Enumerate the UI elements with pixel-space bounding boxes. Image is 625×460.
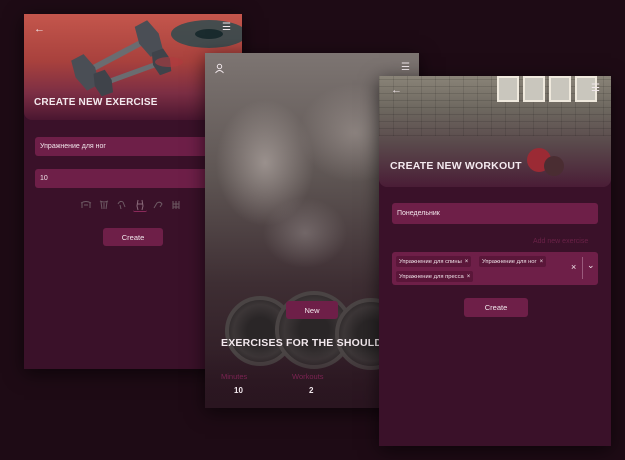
legs-muscle-icon[interactable] <box>133 198 147 212</box>
shoulder-muscle-icon[interactable] <box>115 198 129 212</box>
profile-icon[interactable] <box>214 63 225 77</box>
remove-tag-icon[interactable]: × <box>540 259 544 265</box>
tag-label: Упражнение для пресса <box>399 273 464 280</box>
chest-muscle-icon[interactable] <box>79 198 93 212</box>
create-exercise-button[interactable]: Create <box>103 228 163 246</box>
back-muscle-icon[interactable] <box>97 198 111 212</box>
tag-label: Упражнение для ног <box>482 258 537 265</box>
page-title: CREATE NEW WORKOUT <box>390 160 522 172</box>
workout-name-input[interactable]: Понедельник <box>392 203 598 224</box>
select-divider <box>582 257 583 279</box>
medicine-ball-image <box>544 156 564 176</box>
clear-all-icon[interactable]: × <box>571 262 576 272</box>
minutes-value: 10 <box>234 386 243 395</box>
workout-hero-image: ← ☰ CREATE NEW WORKOUT <box>379 76 611 187</box>
page-title: CREATE NEW EXERCISE <box>34 97 158 108</box>
window-image <box>549 76 571 102</box>
remove-tag-icon[interactable]: × <box>465 259 469 265</box>
exercise-reps-input[interactable]: 10 <box>35 169 231 188</box>
minutes-label: Minutes <box>221 372 248 381</box>
back-arrow-icon[interactable]: ← <box>34 24 45 35</box>
create-workout-button[interactable]: Create <box>464 298 528 317</box>
mockup-stage: ← ☰ CREATE NEW EXERCISE Упражнение для н… <box>0 0 625 460</box>
workouts-value: 2 <box>309 386 314 395</box>
exercise-tags-select[interactable]: Упражнение для спины × Упражнение для но… <box>392 252 598 285</box>
muscle-group-selector <box>79 198 183 212</box>
remove-tag-icon[interactable]: × <box>467 274 471 280</box>
arms-muscle-icon[interactable] <box>151 198 165 212</box>
menu-icon[interactable]: ☰ <box>591 84 600 94</box>
add-exercise-link[interactable]: Add new exercise <box>533 238 588 245</box>
dropdown-chevron-icon[interactable]: ⌄ <box>587 260 595 271</box>
exercise-tag: Упражнение для ног × <box>479 256 547 267</box>
window-image <box>497 76 519 102</box>
exercise-tag: Упражнение для пресса × <box>396 271 474 282</box>
create-workout-screen: ← ☰ CREATE NEW WORKOUT Понедельник Add n… <box>379 76 611 446</box>
page-title: EXERCISES FOR THE SHOULD <box>221 337 383 349</box>
menu-icon[interactable]: ☰ <box>401 63 410 73</box>
window-image <box>523 76 545 102</box>
workouts-label: Workouts <box>292 372 324 381</box>
exercise-tag: Упражнение для спины × <box>396 256 472 267</box>
menu-icon[interactable]: ☰ <box>222 23 231 33</box>
back-arrow-icon[interactable]: ← <box>391 85 402 96</box>
new-exercise-button[interactable]: New <box>286 301 338 319</box>
abs-muscle-icon[interactable] <box>169 198 183 212</box>
exercise-name-input[interactable]: Упражнение для ног <box>35 137 231 156</box>
tag-label: Упражнение для спины <box>399 258 462 265</box>
